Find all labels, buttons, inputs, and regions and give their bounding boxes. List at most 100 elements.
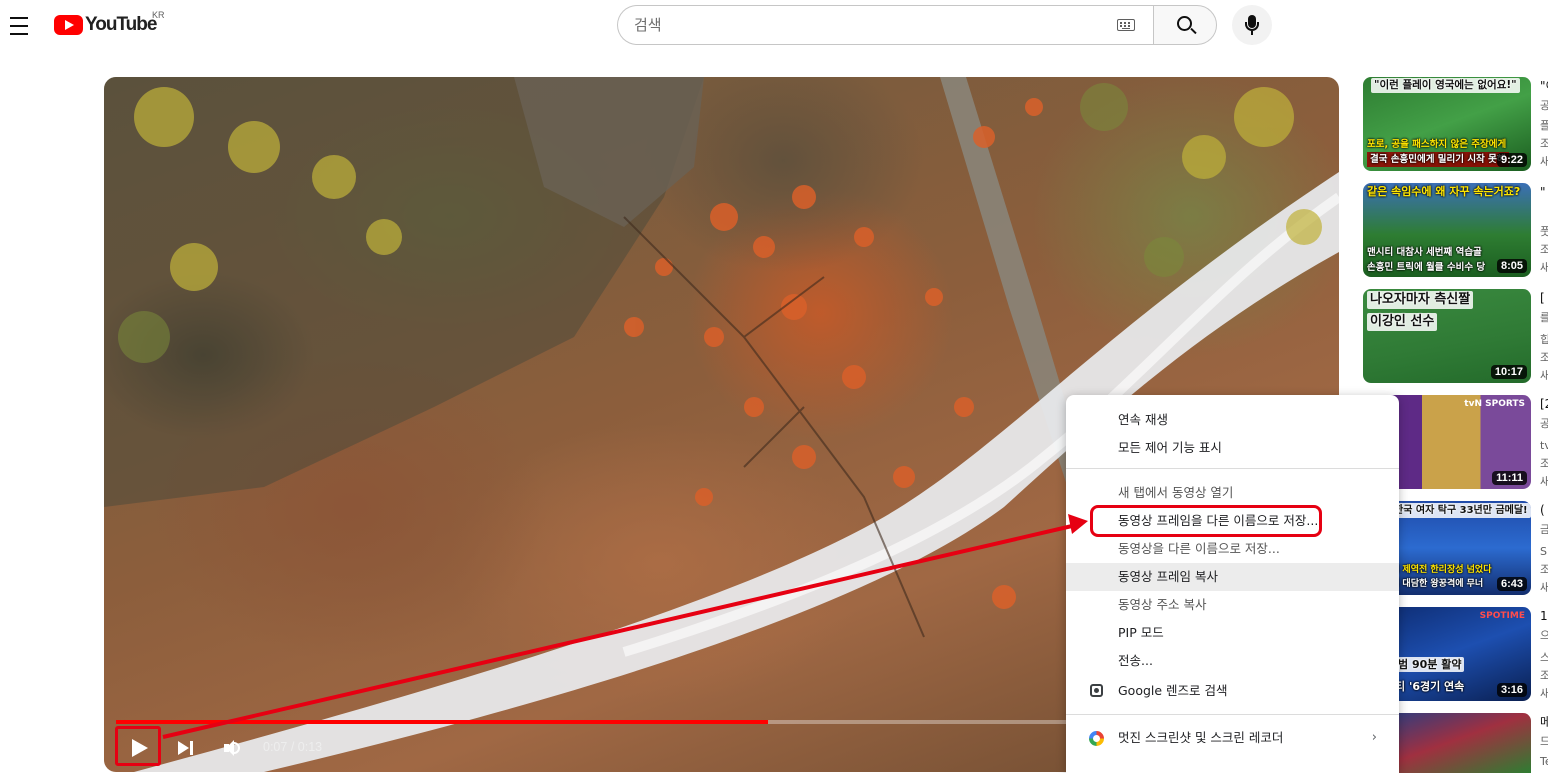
video-title[interactable]: [ [1540, 289, 1545, 307]
time-display: 0:07 / 0:13 [263, 740, 322, 754]
play-button[interactable] [120, 733, 158, 763]
video-meta: 스 [1540, 651, 1548, 664]
video-meta: 를 [1540, 311, 1548, 324]
menu-item-copy-frame[interactable]: 동영상 프레임 복사 [1066, 563, 1399, 591]
related-thumbnail[interactable]: 같은 속임수에 왜 자꾸 속는거죠? 맨시티 대참사 세번째 역습골 손흥민 트… [1363, 183, 1531, 277]
video-duration: 11:11 [1492, 471, 1527, 485]
video-title[interactable]: ( [1540, 501, 1545, 519]
search-input[interactable] [618, 6, 1098, 44]
thumbnail-caption: 티 '6경기 연속 [1395, 680, 1465, 693]
mute-button[interactable] [220, 733, 246, 763]
video-meta: Te [1540, 755, 1548, 768]
microphone-icon-stem [1251, 31, 1253, 35]
menu-item-pip-mode[interactable]: PIP 모드 [1066, 619, 1399, 647]
menu-item-show-controls[interactable]: 모든 제어 기능 표시 [1066, 434, 1399, 462]
menu-item-open-video-new-tab[interactable]: 새 탭에서 동영상 열기 [1066, 479, 1399, 507]
youtube-play-logo-icon [54, 15, 83, 35]
thumbnail-caption: 의 대담한 왕꿍격에 무너 [1391, 579, 1484, 589]
video-meta: SI [1540, 545, 1548, 558]
voice-search-button[interactable] [1232, 5, 1272, 45]
search-box [617, 5, 1153, 45]
menu-item-save-frame-as[interactable]: 동영상 프레임을 다른 이름으로 저장... [1066, 507, 1399, 535]
submenu-arrow-icon: › [1371, 730, 1377, 745]
logo-text: YouTube [85, 14, 157, 35]
video-duration: 8:05 [1496, 259, 1527, 273]
menu-item-screenshot-extension[interactable]: 멋진 스크린샷 및 스크린 레코더 › [1066, 724, 1399, 752]
masthead: YouTube KR [0, 0, 1548, 56]
time-separator: / [287, 740, 298, 754]
menu-item-google-lens[interactable]: Google 렌즈로 검색 [1066, 677, 1399, 705]
microphone-icon-stand [1245, 22, 1259, 31]
thumbnail-caption: 이강인 선수 [1367, 313, 1438, 331]
thumbnail-caption: 한국 여자 탁구 33년만 금메달! [1391, 503, 1531, 518]
search-icon-handle [1190, 27, 1197, 35]
video-meta: 새 [1540, 475, 1548, 488]
menu-item-label: Google 렌즈로 검색 [1118, 683, 1228, 698]
menu-item-save-video-as[interactable]: 동영상을 다른 이름으로 저장... [1066, 535, 1399, 563]
video-meta: 조 [1540, 457, 1548, 470]
next-icon [178, 741, 189, 755]
extension-icon [1089, 731, 1104, 746]
video-meta: 새 [1540, 155, 1548, 168]
hamburger-menu-icon[interactable] [6, 9, 32, 41]
related-thumbnail[interactable]: 나오자마자 측신짤 이강인 선수 10:17 [1363, 289, 1531, 383]
play-icon [132, 739, 148, 757]
thumbnail-caption: 같은 속임수에 왜 자꾸 속는거죠? [1367, 185, 1521, 198]
thumbnail-caption: 포로, 공을 패스하지 않은 주장에게 [1367, 139, 1507, 150]
video-meta: 조 [1540, 563, 1548, 576]
video-duration: 6:43 [1496, 577, 1527, 591]
menu-item-copy-video-address[interactable]: 동영상 주소 복사 [1066, 591, 1399, 619]
video-meta: 새 [1540, 369, 1548, 382]
video-meta: 조 [1540, 351, 1548, 364]
video-meta: 공 [1540, 99, 1548, 112]
youtube-logo[interactable]: YouTube [54, 14, 157, 36]
video-duration: 3:16 [1496, 683, 1527, 697]
menu-divider [1066, 468, 1399, 469]
video-meta: 새 [1540, 581, 1548, 594]
video-meta: 공 [1540, 417, 1548, 430]
video-title[interactable]: "이 [1540, 77, 1548, 95]
search-button[interactable] [1153, 5, 1217, 45]
next-icon-bar [190, 741, 193, 755]
video-meta: tv [1540, 439, 1548, 452]
related-thumbnail[interactable]: "이런 플레이 영국에는 없어요!" 포로, 공을 패스하지 않은 주장에게 결… [1363, 77, 1531, 171]
time-total: 0:13 [297, 740, 323, 754]
video-title[interactable]: " [1540, 183, 1546, 201]
video-meta: 힙 [1540, 333, 1548, 346]
video-duration: 10:17 [1490, 365, 1527, 379]
thumbnail-caption: "이런 플레이 영국에는 없어요!" [1371, 78, 1520, 93]
video-title[interactable]: 1 [1540, 607, 1548, 625]
region-code: KR [152, 10, 165, 20]
video-meta: 조 [1540, 243, 1548, 256]
next-video-button[interactable] [174, 733, 200, 763]
menu-divider [1066, 714, 1399, 715]
video-meta: 새 [1540, 687, 1548, 700]
video-meta: 조 [1540, 137, 1548, 150]
google-lens-icon [1090, 684, 1103, 697]
video-meta: 금 [1540, 523, 1548, 536]
channel-logo-tvn: tvN SPORTS [1464, 399, 1525, 409]
video-meta: 드 [1540, 735, 1548, 748]
progress-bar-played [116, 720, 769, 724]
menu-item-loop[interactable]: 연속 재생 [1066, 406, 1399, 434]
video-meta: 으 [1540, 629, 1548, 642]
thumbnail-caption: 결국 손흥민에게 밀리기 시작 못해 [1367, 152, 1509, 167]
thumbnail-caption: 나오자마자 측신짤 [1367, 291, 1474, 309]
keyboard-icon[interactable] [1117, 19, 1135, 31]
channel-logo-spotime: SPOTIME [1479, 611, 1525, 621]
video-meta: 플 [1540, 119, 1548, 132]
menu-item-cast[interactable]: 전송... [1066, 647, 1399, 675]
thumbnail-caption: 손흥민 트릭에 월클 수비수 당 [1367, 262, 1486, 273]
search-bar [617, 5, 1217, 45]
video-meta: 조 [1540, 669, 1548, 682]
volume-icon-wave [232, 742, 240, 754]
menu-item-label: 멋진 스크린샷 및 스크린 레코더 [1118, 730, 1284, 745]
time-current: 0:07 [263, 740, 288, 754]
thumbnail-caption: 맨시티 대참사 세번째 역습골 [1367, 247, 1482, 258]
video-title[interactable]: 메 [1540, 713, 1548, 731]
video-duration: 9:22 [1496, 153, 1527, 167]
thumbnail-caption: 에 제역전 한리장성 넘었다 [1391, 565, 1492, 575]
video-title[interactable]: [2 [1540, 395, 1548, 413]
video-meta: 풋 [1540, 225, 1548, 238]
browser-context-menu: 연속 재생 모든 제어 기능 표시 새 탭에서 동영상 열기 동영상 프레임을 … [1066, 395, 1399, 773]
